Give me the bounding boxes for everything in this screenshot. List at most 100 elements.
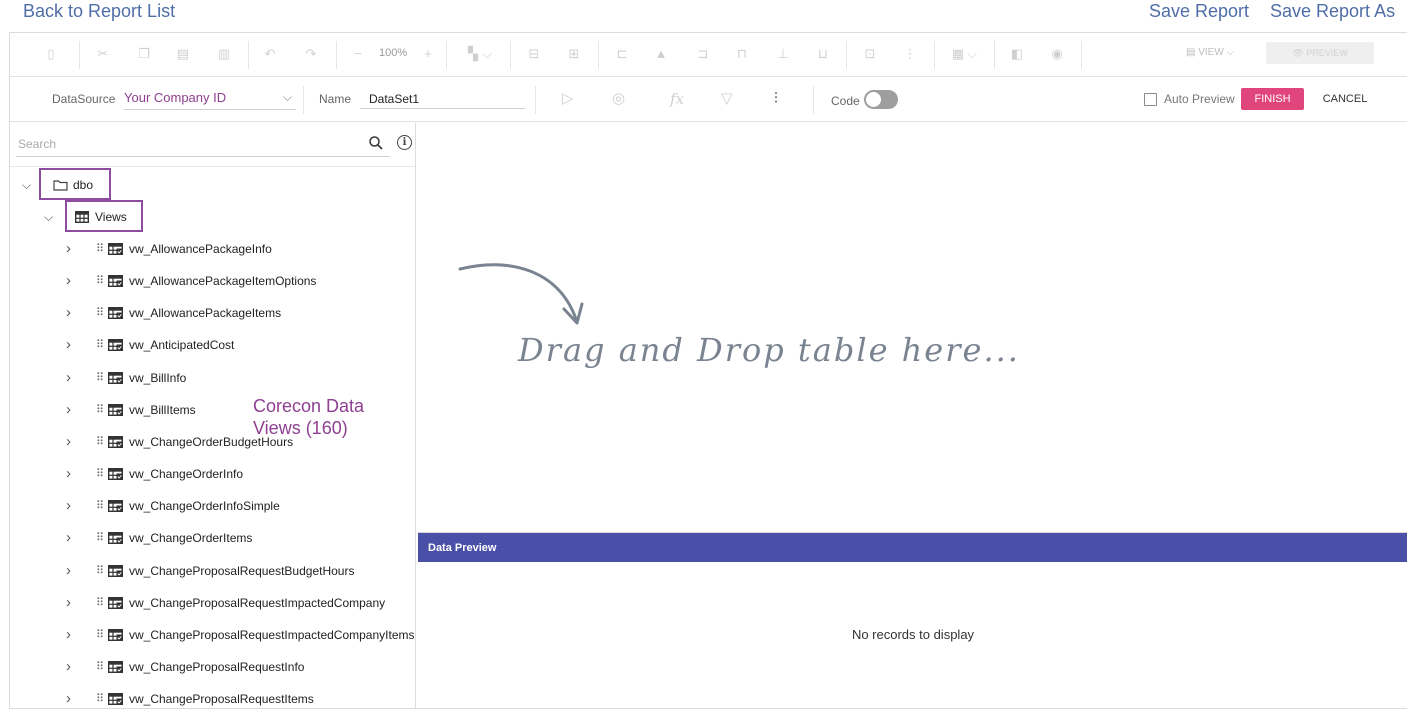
curved-arrow-icon bbox=[458, 263, 584, 325]
tree-item-view[interactable]: › ⠿ vw_ChangeProposalRequestBudgetHours bbox=[66, 561, 411, 581]
center-horizontal-icon[interactable]: ⊡ bbox=[863, 46, 877, 62]
chevron-down-icon[interactable]: ⌵ bbox=[22, 175, 34, 195]
view-table-icon bbox=[108, 436, 123, 448]
tree-item-view[interactable]: › ⠿ vw_AllowancePackageItems bbox=[66, 303, 411, 323]
tree-item-view[interactable]: › ⠿ vw_ChangeOrderInfoSimple bbox=[66, 496, 411, 516]
chevron-down-icon: ⌵ bbox=[282, 90, 292, 104]
save-report-link[interactable]: Save Report bbox=[1149, 0, 1249, 22]
drag-handle-icon[interactable]: ⠿ bbox=[96, 625, 104, 645]
align-center-icon[interactable]: ▲ bbox=[654, 46, 668, 62]
drag-handle-icon[interactable]: ⠿ bbox=[96, 561, 104, 581]
drag-handle-icon[interactable]: ⠿ bbox=[96, 303, 104, 323]
new-file-icon[interactable]: ▯ bbox=[44, 46, 58, 62]
drag-handle-icon[interactable]: ⠿ bbox=[96, 239, 104, 259]
chevron-right-icon[interactable]: › bbox=[66, 528, 78, 548]
filter-icon[interactable]: ▽ bbox=[721, 91, 733, 107]
copy-icon[interactable]: ❐ bbox=[137, 46, 151, 62]
cut-icon[interactable]: ✂ bbox=[96, 46, 110, 62]
run-query-icon[interactable]: ▷ bbox=[562, 91, 574, 107]
tree-item-label: vw_ChangeProposalRequestImpactedCompany bbox=[129, 596, 386, 610]
distribute-vertical-icon[interactable]: ⊞ bbox=[567, 46, 581, 62]
join-icon[interactable]: ◎ bbox=[612, 91, 625, 107]
bring-front-icon[interactable]: ◧ bbox=[1010, 46, 1024, 62]
align-left-icon[interactable]: ⊏ bbox=[615, 46, 629, 62]
align-right-icon[interactable]: ⊐ bbox=[696, 46, 710, 62]
tree-item-view[interactable]: › ⠿ vw_ChangeProposalRequestItems bbox=[66, 689, 411, 709]
center-vertical-icon[interactable]: ⋮ bbox=[903, 46, 917, 62]
zoom-in-icon[interactable]: + bbox=[421, 46, 435, 62]
chevron-right-icon[interactable]: › bbox=[66, 625, 78, 645]
align-bottom-icon[interactable]: ⊔ bbox=[816, 46, 830, 62]
chevron-right-icon[interactable]: › bbox=[66, 496, 78, 516]
tree-item-view[interactable]: › ⠿ vw_ChangeOrderItems bbox=[66, 528, 411, 548]
chevron-right-icon[interactable]: › bbox=[66, 593, 78, 613]
chevron-right-icon[interactable]: › bbox=[66, 239, 78, 259]
tree-item-view[interactable]: › ⠿ vw_BillInfo bbox=[66, 368, 411, 388]
drag-handle-icon[interactable]: ⠿ bbox=[96, 271, 104, 291]
tree-item-view[interactable]: › ⠿ vw_ChangeProposalRequestInfo bbox=[66, 657, 411, 677]
drag-handle-icon[interactable]: ⠿ bbox=[96, 432, 104, 452]
datasource-dropdown[interactable]: Your Company ID ⌵ bbox=[124, 90, 296, 110]
view-menu-button[interactable]: ▤ VIEW ⌵ bbox=[1186, 47, 1234, 58]
chevron-right-icon[interactable]: › bbox=[66, 335, 78, 355]
chevron-right-icon[interactable]: › bbox=[66, 432, 78, 452]
settings-icon[interactable]: ◉ bbox=[1050, 46, 1064, 62]
chevron-down-icon[interactable]: ⌵ bbox=[965, 46, 979, 62]
preview-button[interactable]: 👁 PREVIEW bbox=[1266, 42, 1374, 64]
chevron-right-icon[interactable]: › bbox=[66, 464, 78, 484]
tree-item-label: vw_ChangeProposalRequestBudgetHours bbox=[129, 564, 355, 578]
grid-icon[interactable]: ▦ bbox=[951, 46, 965, 62]
align-middle-icon[interactable]: ⊥ bbox=[776, 46, 790, 62]
chevron-right-icon[interactable]: › bbox=[66, 400, 78, 420]
delete-icon[interactable]: ▥ bbox=[217, 46, 231, 62]
search-icon[interactable] bbox=[368, 135, 384, 151]
chevron-right-icon[interactable]: › bbox=[66, 561, 78, 581]
code-toggle[interactable] bbox=[864, 90, 898, 109]
chevron-right-icon[interactable]: › bbox=[66, 368, 78, 388]
distribute-horizontal-icon[interactable]: ⊟ bbox=[527, 46, 541, 62]
save-report-as-link[interactable]: Save Report As bbox=[1270, 0, 1395, 22]
toolbar-divider bbox=[79, 41, 80, 69]
highlight-box bbox=[65, 200, 143, 232]
finish-button[interactable]: FINISH bbox=[1241, 88, 1304, 110]
arrange-icon[interactable]: ▚ bbox=[466, 46, 480, 62]
zoom-out-icon[interactable]: − bbox=[351, 46, 365, 62]
drag-handle-icon[interactable]: ⠿ bbox=[96, 496, 104, 516]
drag-handle-icon[interactable]: ⠿ bbox=[96, 657, 104, 677]
chevron-right-icon[interactable]: › bbox=[66, 303, 78, 323]
search-input[interactable]: Search bbox=[16, 131, 390, 157]
annotation-text: Corecon Data Views (160) bbox=[253, 395, 364, 439]
tree-item-view[interactable]: › ⠿ vw_ChangeProposalRequestImpactedCompan… bbox=[66, 625, 415, 645]
tree-item-view[interactable]: › ⠿ vw_AllowancePackageInfo bbox=[66, 239, 411, 259]
drag-handle-icon[interactable]: ⠿ bbox=[96, 400, 104, 420]
cancel-button[interactable]: CANCEL bbox=[1310, 88, 1380, 110]
back-to-report-list-link[interactable]: Back to Report List bbox=[23, 0, 175, 22]
drag-handle-icon[interactable]: ⠿ bbox=[96, 464, 104, 484]
dataset-canvas[interactable]: Drag and Drop table here... bbox=[418, 123, 1407, 531]
chevron-right-icon[interactable]: › bbox=[66, 689, 78, 709]
chevron-down-icon[interactable]: ⌵ bbox=[44, 207, 56, 227]
tree-item-view[interactable]: › ⠿ vw_AllowancePackageItemOptions bbox=[66, 271, 411, 291]
function-icon[interactable]: fx bbox=[670, 91, 684, 107]
drag-handle-icon[interactable]: ⠿ bbox=[96, 593, 104, 613]
chevron-right-icon[interactable]: › bbox=[66, 271, 78, 291]
tree-item-view[interactable]: › ⠿ vw_ChangeProposalRequestImpactedCompan… bbox=[66, 593, 411, 613]
chevron-down-icon[interactable]: ⌵ bbox=[480, 46, 494, 62]
code-label: Code bbox=[831, 94, 860, 108]
chevron-right-icon[interactable]: › bbox=[66, 657, 78, 677]
drag-handle-icon[interactable]: ⠿ bbox=[96, 335, 104, 355]
paste-icon[interactable]: ▤ bbox=[176, 46, 190, 62]
redo-icon[interactable]: ↷ bbox=[304, 46, 318, 62]
auto-preview-checkbox[interactable] bbox=[1144, 93, 1157, 106]
undo-icon[interactable]: ↶ bbox=[263, 46, 277, 62]
tree-item-label: vw_ChangeOrderItems bbox=[129, 531, 253, 545]
parameters-icon[interactable]: ⫶ bbox=[774, 91, 778, 107]
tree-item-view[interactable]: › ⠿ vw_ChangeOrderInfo bbox=[66, 464, 411, 484]
drag-handle-icon[interactable]: ⠿ bbox=[96, 368, 104, 388]
tree-item-view[interactable]: › ⠿ vw_AnticipatedCost bbox=[66, 335, 411, 355]
info-icon[interactable]: i bbox=[397, 135, 412, 150]
align-top-icon[interactable]: ⊓ bbox=[735, 46, 749, 62]
drag-handle-icon[interactable]: ⠿ bbox=[96, 689, 104, 709]
drag-handle-icon[interactable]: ⠿ bbox=[96, 528, 104, 548]
dataset-name-input[interactable] bbox=[360, 89, 525, 109]
